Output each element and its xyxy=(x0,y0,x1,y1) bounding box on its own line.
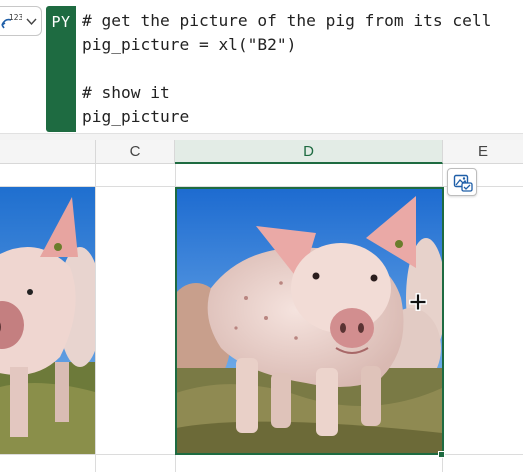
picture-options-icon xyxy=(453,174,473,192)
python-code-editor[interactable]: # get the picture of the pig from its ce… xyxy=(82,9,523,129)
formula-bar-divider[interactable] xyxy=(0,133,523,140)
selected-cell-outline xyxy=(175,187,444,455)
column-header-c[interactable]: C xyxy=(96,140,175,164)
column-header-b[interactable] xyxy=(0,140,96,164)
code-line: # show it xyxy=(82,83,170,102)
fill-handle[interactable] xyxy=(438,451,445,458)
code-line: pig_picture xyxy=(82,107,190,126)
chevron-down-icon xyxy=(26,18,37,26)
code-line: # get the picture of the pig from its ce… xyxy=(82,11,492,30)
column-header-e[interactable]: E xyxy=(443,140,523,164)
column-headers: C D E xyxy=(0,140,523,164)
python-badge-label: PY xyxy=(51,13,71,31)
grid-line xyxy=(95,164,96,472)
data-type-icon: 123 xyxy=(1,13,22,29)
move-cursor-icon xyxy=(409,293,427,311)
python-badge: PY xyxy=(46,6,76,132)
pig-image xyxy=(0,187,95,454)
column-header-d[interactable]: D xyxy=(175,140,443,164)
picture-options-button[interactable] xyxy=(447,168,477,196)
formula-bar: 123 PY # get the picture of the pig from… xyxy=(0,0,523,133)
code-line: pig_picture = xl("B2") xyxy=(82,35,297,54)
svg-text:123: 123 xyxy=(9,13,22,22)
pig-picture-cell-b2[interactable] xyxy=(0,187,95,454)
cell-type-dropdown[interactable]: 123 xyxy=(0,6,42,36)
